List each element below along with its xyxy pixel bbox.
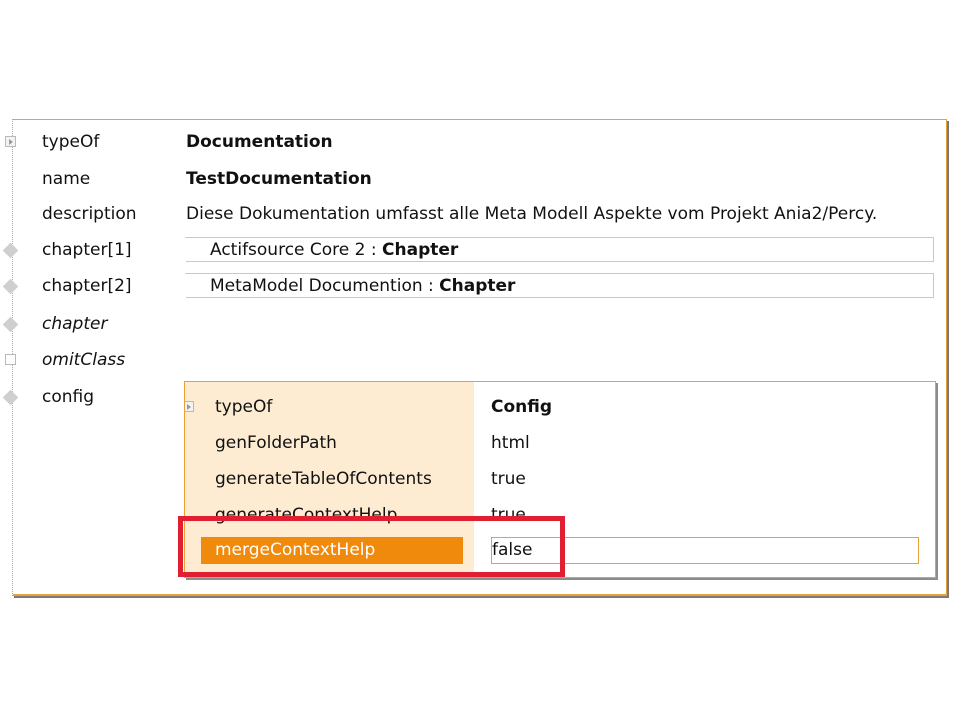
config-value[interactable]: true (491, 465, 526, 493)
property-value[interactable]: Documentation (186, 128, 333, 156)
chapter-reference-field[interactable]: Actifsource Core 2 : Chapter (185, 237, 934, 262)
reference-separator: : (428, 276, 434, 296)
config-row-genfolderpath[interactable]: genFolderPath html (185, 429, 935, 457)
property-label: omitClass (42, 350, 126, 370)
reference-name: MetaModel Documention (210, 276, 423, 296)
property-label: chapter (42, 314, 108, 334)
property-row-chapter-2[interactable]: chapter[2] MetaModel Documention : Chapt… (0, 272, 960, 300)
property-row-description[interactable]: description Diese Dokumentation umfasst … (0, 200, 960, 228)
expander-icon[interactable] (5, 136, 16, 147)
property-value[interactable]: Diese Dokumentation umfasst alle Meta Mo… (186, 200, 877, 228)
reference-name: Actifsource Core 2 (210, 240, 366, 260)
property-row-typeof[interactable]: typeOf Documentation (0, 128, 960, 156)
config-value[interactable]: Config (491, 393, 552, 421)
diamond-icon[interactable] (2, 316, 19, 333)
reference-separator: : (370, 240, 377, 260)
config-editor: typeOf Config genFolderPath html generat… (184, 381, 936, 578)
config-value[interactable]: html (491, 429, 530, 457)
property-label: name (42, 169, 91, 189)
config-row-mergecontexthelp[interactable]: mergeContextHelp false (185, 537, 935, 565)
diamond-icon[interactable] (2, 242, 19, 259)
property-row-chapter-add[interactable]: chapter (0, 310, 960, 338)
property-row-config[interactable]: config (0, 383, 180, 411)
expander-icon[interactable] (185, 401, 194, 412)
property-label: description (42, 204, 137, 224)
diamond-icon[interactable] (2, 278, 19, 295)
property-value[interactable]: TestDocumentation (186, 165, 372, 193)
merge-context-help-input[interactable]: false (491, 537, 919, 564)
config-label: generateTableOfContents (215, 469, 432, 489)
chapter-reference-field[interactable]: MetaModel Documention : Chapter (185, 273, 934, 298)
property-row-chapter-1[interactable]: chapter[1] Actifsource Core 2 : Chapter (0, 236, 960, 264)
selected-config-label[interactable]: mergeContextHelp (201, 537, 463, 564)
property-label: chapter[1] (42, 240, 132, 260)
config-row-generatetableofcontents[interactable]: generateTableOfContents true (185, 465, 935, 493)
property-row-omitclass[interactable]: omitClass (0, 346, 960, 374)
property-row-name[interactable]: name TestDocumentation (0, 165, 960, 193)
config-row-generatecontexthelp[interactable]: generateContextHelp true (185, 501, 935, 529)
reference-type: Chapter (382, 240, 459, 260)
config-label: generateContextHelp (215, 505, 398, 525)
property-label: chapter[2] (42, 276, 132, 296)
config-label: typeOf (215, 397, 273, 417)
config-value[interactable]: true (491, 501, 526, 529)
reference-type: Chapter (439, 276, 516, 296)
config-row-typeof[interactable]: typeOf Config (185, 393, 935, 421)
property-label: config (42, 387, 95, 407)
checkbox-icon[interactable] (5, 354, 16, 365)
config-label: genFolderPath (215, 433, 337, 453)
diamond-icon[interactable] (2, 389, 19, 406)
property-label: typeOf (42, 132, 100, 152)
